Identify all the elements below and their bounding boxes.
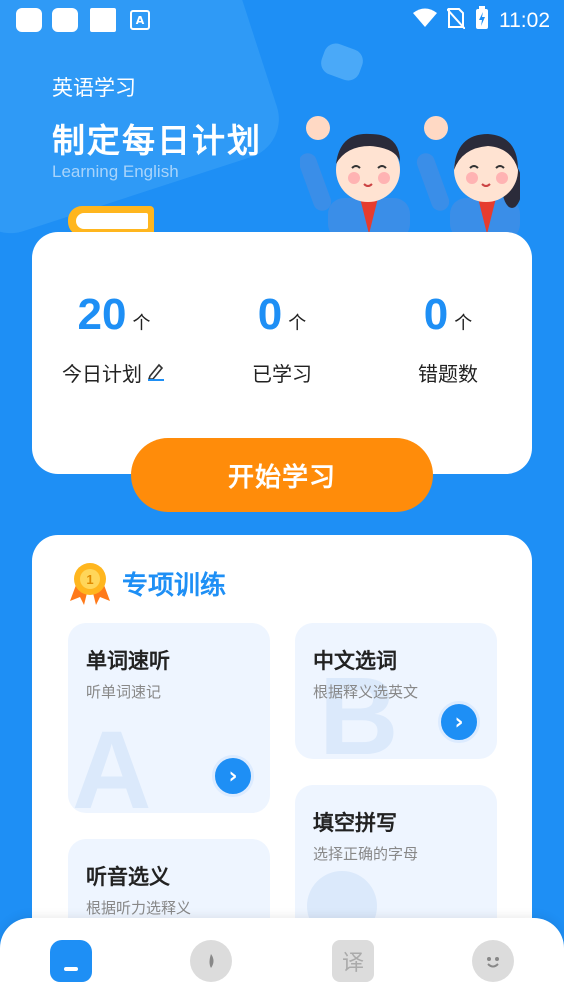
tile-description: 根据释义选英文 [313, 683, 419, 701]
notification-icon [16, 8, 42, 32]
edit-pencil-icon[interactable] [146, 361, 166, 386]
stat-value: 20 [77, 290, 127, 339]
tile-chinese-choose-word[interactable]: B 中文选词 根据释义选英文 › [295, 623, 497, 759]
header-english-caption: Learning English [52, 162, 179, 181]
stat-label: 错题数 [418, 362, 478, 386]
header-subtitle: 英语学习 [52, 76, 136, 100]
stat-label: 已学习 [252, 362, 312, 386]
battery-icon [475, 6, 489, 35]
stat-unit: 个 [288, 313, 307, 334]
stat-label: 今日计划 [62, 362, 142, 386]
keyboard-icon: A [130, 10, 150, 30]
tile-title: 听音选义 [86, 865, 170, 889]
no-sim-icon [446, 7, 466, 34]
home-icon[interactable] [50, 940, 92, 982]
tile-description: 根据听力选释义 [86, 899, 192, 917]
chevron-right-icon[interactable]: › [212, 755, 254, 797]
tile-description: 选择正确的字母 [313, 845, 419, 863]
tile-title: 中文选词 [313, 649, 397, 673]
students-illustration [300, 116, 520, 240]
stat-value: 0 [423, 290, 449, 339]
page-title: 制定每日计划 [52, 121, 262, 160]
medal-icon: 1 [70, 563, 110, 605]
header-decoration [317, 40, 367, 84]
bottom-navigation: 译 [0, 918, 564, 1002]
translate-icon[interactable]: 译 [332, 940, 374, 982]
stat-learned: 0个 已学习 [202, 290, 362, 387]
start-learning-button[interactable]: 开始学习 [131, 438, 433, 512]
special-training-card: 1 专项训练 A 单词速听 听单词速记 › B 中文选词 根据释义选英文 › 填… [32, 535, 532, 955]
section-title: 专项训练 [122, 571, 227, 601]
notification-icon [52, 8, 78, 32]
notification-icon [90, 8, 116, 32]
stat-today-plan[interactable]: 20 个 今日计划 [34, 290, 194, 387]
tile-letter-decoration: A [72, 709, 152, 813]
stat-unit: 个 [132, 313, 151, 334]
compass-icon[interactable] [190, 940, 232, 982]
tile-title: 单词速听 [86, 649, 170, 673]
clock: 11:02 [499, 8, 550, 32]
tile-title: 填空拼写 [313, 811, 397, 835]
smile-icon[interactable] [472, 940, 514, 982]
svg-text:1: 1 [86, 572, 93, 587]
tile-description: 听单词速记 [86, 683, 162, 701]
chevron-right-icon[interactable]: › [438, 701, 480, 743]
stat-unit: 个 [454, 313, 473, 334]
tile-word-quick-listen[interactable]: A 单词速听 听单词速记 › [68, 623, 270, 813]
wifi-icon [413, 8, 437, 33]
stat-value: 0 [257, 290, 283, 339]
status-bar: A 11:02 [0, 0, 564, 40]
stat-wrong-answers[interactable]: 0个 错题数 [368, 290, 528, 387]
